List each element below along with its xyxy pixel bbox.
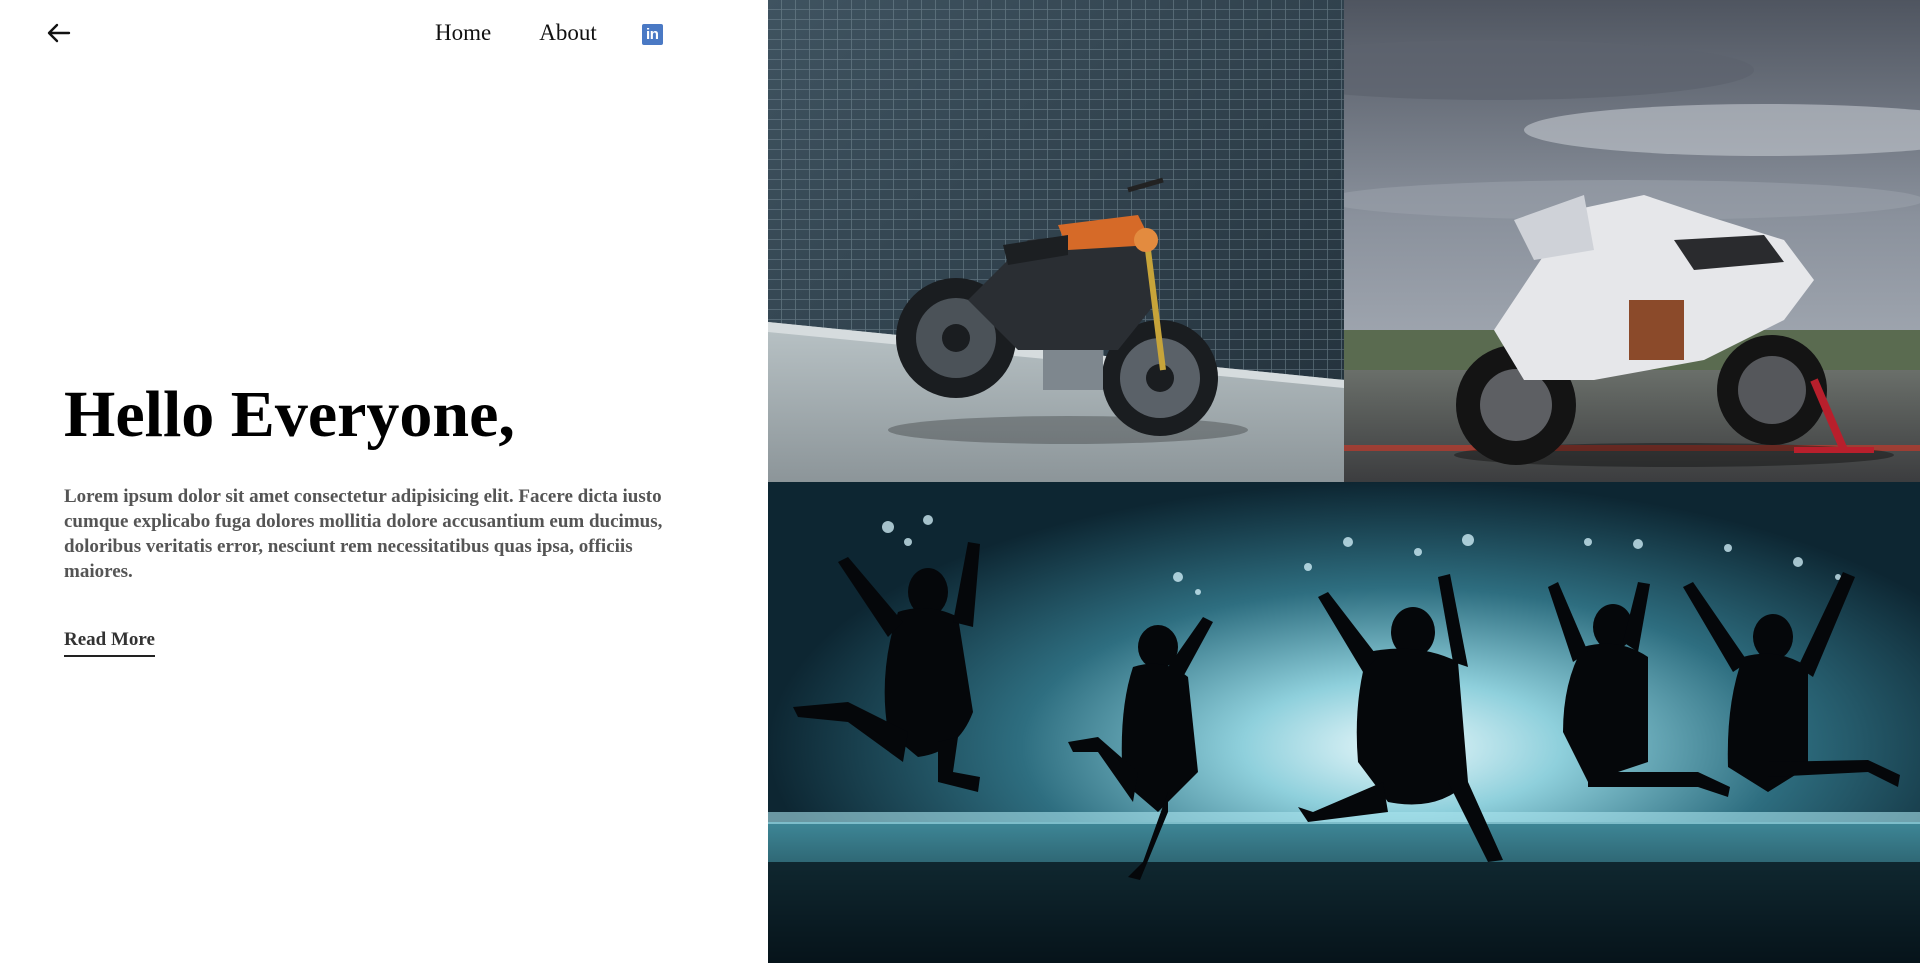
read-more-link[interactable]: Read More [64,628,155,657]
gallery-image-jumping-silhouettes [768,482,1920,963]
gallery-image-sportbike-track [1344,0,1920,482]
nav-home-link[interactable]: Home [435,19,491,47]
page-title: Hello Everyone, [64,378,515,451]
nav-about-link[interactable]: About [539,19,597,47]
back-button[interactable] [44,18,74,48]
gallery-image-motorcycle-wall [768,0,1344,482]
linkedin-icon[interactable]: in [641,23,663,45]
linkedin-glyph: in [646,25,659,43]
hero-paragraph: Lorem ipsum dolor sit amet consectetur a… [64,486,663,582]
top-nav: Home About in [435,19,663,47]
arrow-left-icon [47,23,71,43]
content-panel: Home About in Hello Everyone, Lorem ipsu… [0,0,768,963]
image-gallery [768,0,1920,963]
